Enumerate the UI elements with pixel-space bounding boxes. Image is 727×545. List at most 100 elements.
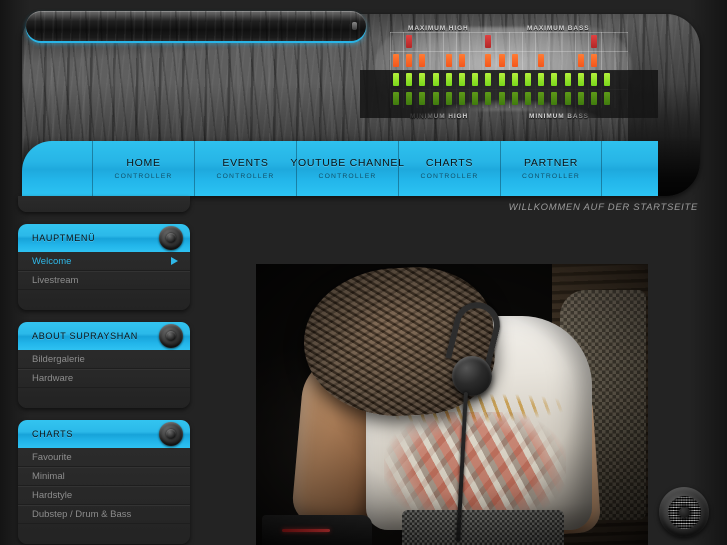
equalizer-bar [551, 73, 558, 86]
equalizer-bar [604, 73, 611, 86]
sidebar-panel: HAUPTMENÜ Welcome Livestream [18, 224, 190, 310]
sidebar-link-welcome[interactable]: Welcome [18, 252, 190, 271]
equalizer-bar [591, 35, 597, 48]
eq-label-maximum-high: MAXIMUM HIGH [408, 25, 469, 32]
sidebar-link-label: Welcome [32, 255, 72, 267]
speaker-icon[interactable] [659, 487, 709, 537]
capsule-texture [26, 11, 366, 41]
sidebar-panel-body: Favourite Minimal Hardstyle Dubstep / Drum … [18, 448, 190, 544]
nav-item-title: EVENTS [222, 157, 269, 169]
knob-center [166, 429, 176, 439]
equalizer-widget: MAXIMUM HIGH MAXIMUM BASS MINIMUM HIGH M… [352, 8, 658, 138]
equalizer-column [416, 32, 429, 108]
equalizer-column [575, 32, 588, 108]
equalizer-column [588, 32, 601, 108]
knob-icon[interactable] [159, 226, 183, 250]
equalizer-bar [577, 54, 584, 67]
equalizer-bar [445, 73, 452, 86]
equalizer-bar [538, 92, 545, 105]
equalizer-bar [498, 73, 505, 86]
sidebar-link-minimal[interactable]: Minimal [18, 467, 190, 486]
welcome-heading: WILLKOMMEN AUF DER STARTSEITE [508, 202, 698, 213]
equalizer-bar [577, 73, 584, 86]
nav-item-title: HOME [126, 157, 161, 169]
sidebar-panel-footer [18, 388, 190, 398]
equalizer-column [482, 32, 495, 108]
sidebar-panel-header[interactable]: HAUPTMENÜ [18, 224, 190, 252]
equalizer-bar [406, 54, 413, 67]
equalizer-bar [604, 92, 611, 105]
equalizer-bar [498, 54, 505, 67]
equalizer-bar [591, 92, 597, 105]
equalizer-bar [393, 92, 399, 105]
sidebar-link-bildergalerie[interactable]: Bildergalerie [18, 350, 190, 369]
page-root: MAXIMUM HIGH MAXIMUM BASS MINIMUM HIGH M… [0, 0, 727, 545]
equalizer-bar [564, 73, 571, 86]
knob-center [166, 331, 176, 341]
active-arrow-icon [171, 257, 178, 265]
nav-item-youtube-channel[interactable]: YOUTUBE CHANNEL CONTROLLER [290, 141, 404, 196]
sidebar-panel-title: HAUPTMENÜ [32, 233, 96, 243]
nav-item-subtitle: CONTROLLER [114, 173, 173, 180]
equalizer-bar [591, 54, 597, 67]
equalizer-column [403, 32, 416, 108]
nav-item-subtitle: CONTROLLER [522, 173, 580, 180]
sidebar-panel-header[interactable]: CHARTS [18, 420, 190, 448]
equalizer-bar [406, 73, 413, 86]
equalizer-bar [511, 73, 518, 86]
sidebar-link-label: Hardstyle [32, 490, 73, 501]
sidebar-link-label: Livestream [32, 275, 79, 286]
sidebar-panel: ABOUT SUPRAYSHAN Bildergalerie Hardware [18, 322, 190, 408]
sidebar-panel-body: Bildergalerie Hardware [18, 350, 190, 408]
photo-headphone-cup [452, 356, 492, 396]
dj-photo-inner [256, 264, 648, 545]
sidebar-link-label: Dubstep / Drum & Bass [32, 509, 132, 520]
equalizer-bar [498, 92, 505, 105]
equalizer-bar [459, 54, 465, 67]
sidebar-panel-body: Welcome Livestream [18, 252, 190, 310]
equalizer-bar [591, 73, 597, 86]
main-content: WILLKOMMEN AUF DER STARTSEITE [200, 196, 700, 545]
equalizer-bar [551, 92, 558, 105]
logo-capsule-bar[interactable] [26, 11, 366, 41]
sidebar-panel-stub-top [18, 196, 190, 212]
nav-item-title: PARTNER [523, 157, 579, 169]
nav-item-subtitle: CONTROLLER [318, 173, 377, 180]
knob-icon[interactable] [159, 324, 183, 348]
sidebar-panel-header[interactable]: ABOUT SUPRAYSHAN [18, 322, 190, 350]
equalizer-bar [538, 73, 545, 86]
sidebar-link-dubstep-drum-bass[interactable]: Dubstep / Drum & Bass [18, 505, 190, 524]
nav-item-charts[interactable]: CHARTS CONTROLLER [398, 141, 500, 196]
knob-center [166, 233, 176, 243]
sidebar-link-label: Hardware [32, 373, 74, 384]
nav-item-partner[interactable]: PARTNER CONTROLLER [500, 141, 602, 196]
equalizer-bar [511, 54, 518, 67]
equalizer-bar [485, 73, 492, 86]
equalizer-bar [459, 92, 465, 105]
equalizer-bar [445, 92, 452, 105]
equalizer-bar [419, 54, 426, 67]
sidebar-link-hardware[interactable]: Hardware [18, 369, 190, 388]
nav-right-curve [596, 141, 658, 196]
nav-item-home[interactable]: HOME CONTROLLER [92, 141, 194, 196]
nav-item-title: YOUTUBE CHANNEL [290, 157, 405, 169]
equalizer-column [456, 32, 469, 108]
equalizer-bar [406, 35, 413, 48]
equalizer-bar [525, 73, 531, 86]
equalizer-bar [485, 92, 492, 105]
sidebar-link-label: Bildergalerie [32, 353, 85, 365]
nav-item-events[interactable]: EVENTS CONTROLLER [194, 141, 296, 196]
sidebar-panel-title: CHARTS [32, 429, 74, 439]
knob-icon[interactable] [159, 422, 183, 446]
sidebar-link-livestream[interactable]: Livestream [18, 271, 190, 290]
equalizer-column [562, 32, 575, 108]
equalizer-column [443, 32, 456, 108]
equalizer-bar [538, 54, 545, 67]
equalizer-column [469, 32, 482, 108]
sidebar-link-hardstyle[interactable]: Hardstyle [18, 486, 190, 505]
equalizer-bar [564, 92, 571, 105]
sidebar-link-favourite[interactable]: Favourite [18, 448, 190, 467]
equalizer-bar [472, 92, 479, 105]
equalizer-bar [445, 54, 452, 67]
equalizer-column [548, 32, 561, 108]
